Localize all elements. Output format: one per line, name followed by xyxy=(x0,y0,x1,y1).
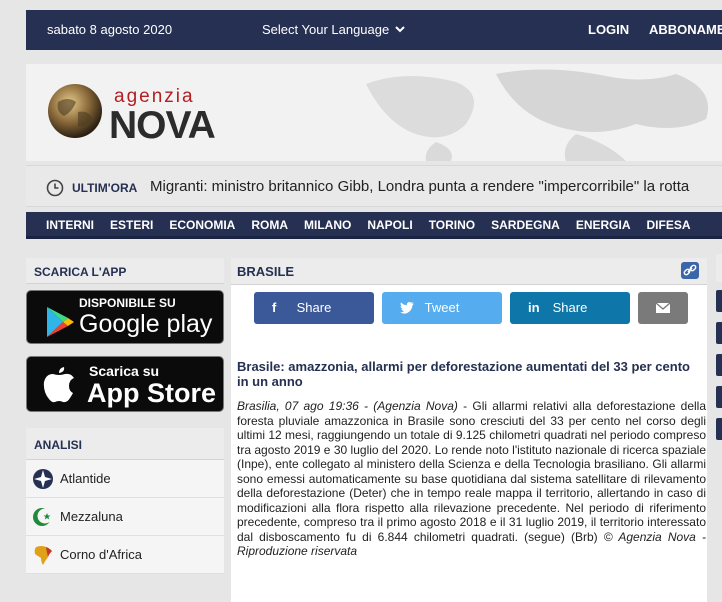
site-header: agenzia NOVA xyxy=(26,64,722,161)
crescent-icon xyxy=(33,507,53,526)
app-section-title: SCARICA L'APP xyxy=(26,258,224,284)
nato-star-icon xyxy=(33,468,53,489)
right-rail-button[interactable] xyxy=(716,322,722,344)
nav-item-torino[interactable]: TORINO xyxy=(421,212,483,236)
language-selector[interactable]: Select Your Language xyxy=(262,22,405,37)
nav-item-esteri[interactable]: ESTERI xyxy=(102,212,161,236)
permalink-button[interactable] xyxy=(681,262,699,279)
facebook-share-label: Share xyxy=(296,300,332,315)
nav-item-interni[interactable]: INTERNI xyxy=(26,212,102,236)
sidebar-item-label: Mezzaluna xyxy=(60,509,123,524)
article-headline[interactable]: Brasile: amazzonia, allarmi per deforest… xyxy=(237,359,699,389)
ticker-label: ULTIM'ORA xyxy=(72,181,138,195)
article-body: Brasilia, 07 ago 19:36 - (Agenzia Nova) … xyxy=(237,399,706,559)
twitter-share-label: Tweet xyxy=(424,300,460,315)
section-header: BRASILE xyxy=(231,258,707,285)
article-dateline: Brasilia, 07 ago 19:36 - (Agenzia Nova) xyxy=(237,399,458,413)
google-play-small-text: DISPONIBILE SU xyxy=(79,296,176,310)
app-store-badge[interactable]: Scarica su App Store xyxy=(26,356,224,412)
apple-icon xyxy=(43,367,74,403)
sidebar-item-atlantide[interactable]: Atlantide xyxy=(26,460,224,498)
nav-item-difesa[interactable]: DIFESA xyxy=(639,212,699,236)
right-rail-button[interactable] xyxy=(716,386,722,408)
app-store-small-text: Scarica su xyxy=(89,363,160,379)
nav-item-sardegna[interactable]: SARDEGNA xyxy=(483,212,568,236)
linkedin-share-label: Share xyxy=(552,300,588,315)
breaking-news-ticker: ULTIM'ORA Migranti: ministro britannico … xyxy=(26,165,722,207)
linkedin-share-button[interactable]: in Share xyxy=(510,292,630,324)
nav-item-roma[interactable]: ROMA xyxy=(243,212,296,236)
google-play-badge[interactable]: DISPONIBILE SU Google play xyxy=(26,290,224,344)
clock-icon xyxy=(46,179,64,197)
article-text: - Gli allarmi relativi alla deforestazio… xyxy=(237,399,706,544)
sidebar-item-mezzaluna[interactable]: Mezzaluna xyxy=(26,498,224,536)
right-rail xyxy=(716,254,722,450)
right-rail-button[interactable] xyxy=(716,418,722,440)
main-navigation: INTERNI ESTERI ECONOMIA ROMA MILANO NAPO… xyxy=(26,212,722,239)
chevron-down-icon xyxy=(395,26,405,33)
sidebar-item-label: Corno d'Africa xyxy=(60,547,142,562)
right-rail-header xyxy=(716,254,722,282)
top-bar: sabato 8 agosto 2020 Select Your Languag… xyxy=(26,10,722,50)
ticker-headline[interactable]: Migranti: ministro britannico Gibb, Lond… xyxy=(150,178,689,195)
africa-map-icon xyxy=(34,545,52,565)
section-title[interactable]: BRASILE xyxy=(237,264,294,279)
nav-item-napoli[interactable]: NAPOLI xyxy=(359,212,420,236)
sidebar: SCARICA L'APP DISPONIBILE SU Google play… xyxy=(26,258,224,574)
sidebar-item-label: Atlantide xyxy=(60,471,111,486)
analisi-section-title: ANALISI xyxy=(26,428,224,460)
envelope-icon xyxy=(656,303,670,313)
nav-item-milano[interactable]: MILANO xyxy=(296,212,359,236)
language-label: Select Your Language xyxy=(262,22,390,37)
right-rail-button[interactable] xyxy=(716,290,722,312)
globe-icon xyxy=(48,84,102,138)
facebook-share-button[interactable]: f Share xyxy=(254,292,374,324)
email-share-button[interactable] xyxy=(638,292,688,324)
nav-item-energia[interactable]: ENERGIA xyxy=(568,212,639,236)
subscribe-link[interactable]: ABBONAMENTI xyxy=(649,22,722,37)
right-rail-button[interactable] xyxy=(716,354,722,376)
article-panel: BRASILE f Share Tweet in Share Brasile: … xyxy=(231,258,707,602)
login-link[interactable]: LOGIN xyxy=(588,22,629,37)
google-play-big-text: Google play xyxy=(79,310,213,338)
sidebar-item-corno-d-africa[interactable]: Corno d'Africa xyxy=(26,536,224,574)
nav-item-economia[interactable]: ECONOMIA xyxy=(161,212,243,236)
link-icon xyxy=(683,264,697,276)
google-play-icon xyxy=(47,307,74,337)
app-store-big-text: App Store xyxy=(87,378,217,408)
current-date: sabato 8 agosto 2020 xyxy=(47,22,173,37)
world-map-graphic xyxy=(366,69,708,161)
logo-nova-text: NOVA xyxy=(109,104,216,147)
twitter-share-button[interactable]: Tweet xyxy=(382,292,502,324)
